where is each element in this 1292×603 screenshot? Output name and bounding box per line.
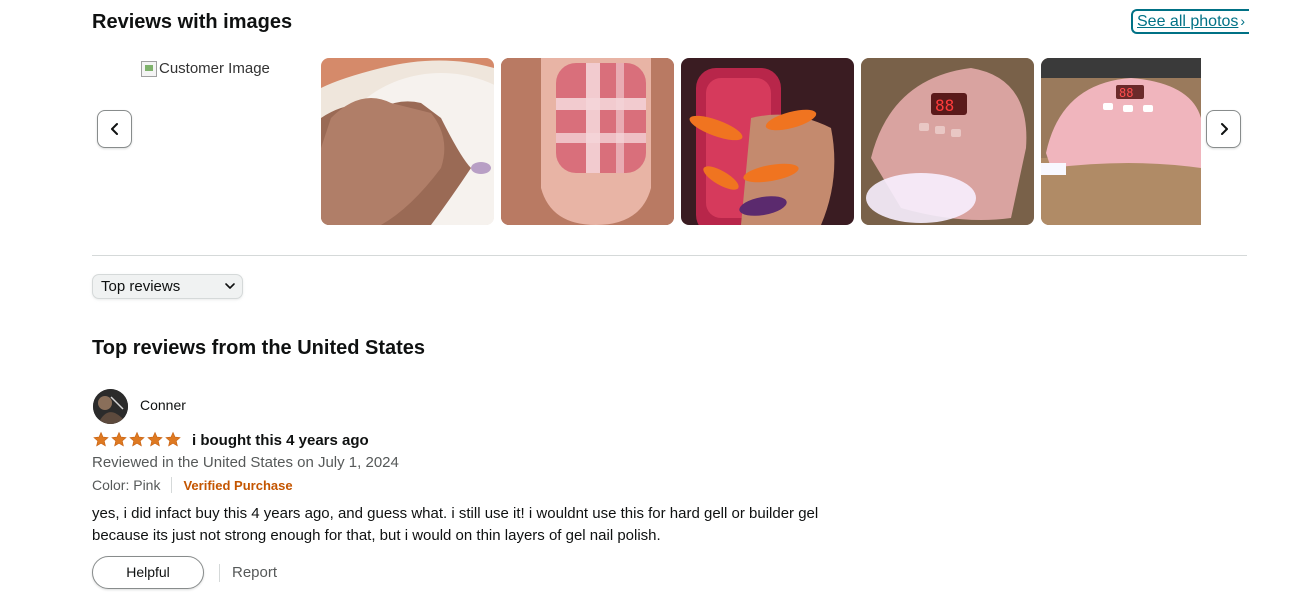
review-variant: Color: Pink bbox=[92, 477, 161, 493]
reviewer-name[interactable]: Conner bbox=[140, 397, 186, 413]
review-title[interactable]: i bought this 4 years ago bbox=[192, 432, 369, 449]
carousel-prev-button[interactable] bbox=[97, 110, 132, 148]
customer-image-thumb-2[interactable] bbox=[501, 58, 674, 225]
sort-reviews-dropdown[interactable]: Top reviews bbox=[92, 274, 243, 299]
broken-image-alt-text: Customer Image bbox=[159, 60, 270, 77]
carousel-next-button[interactable] bbox=[1206, 110, 1241, 148]
sort-selected-value: Top reviews bbox=[101, 278, 181, 295]
hand-under-lamp-image bbox=[321, 58, 494, 225]
review-date: Reviewed in the United States on July 1,… bbox=[92, 454, 399, 471]
reviews-with-images-title: Reviews with images bbox=[92, 11, 293, 33]
chevron-right-icon bbox=[1220, 123, 1228, 135]
svg-text:88: 88 bbox=[1119, 86, 1133, 100]
meta-divider bbox=[171, 477, 173, 493]
review-meta: Color: Pink Verified Purchase bbox=[92, 477, 293, 493]
svg-text:88: 88 bbox=[935, 96, 954, 115]
star-icon bbox=[147, 431, 163, 447]
action-divider bbox=[219, 564, 220, 582]
review-body: yes, i did infact buy this 4 years ago, … bbox=[92, 505, 819, 544]
customer-image-thumb-5[interactable]: 88 bbox=[1041, 58, 1201, 225]
chevron-left-icon bbox=[110, 123, 118, 135]
chevron-down-icon bbox=[225, 283, 235, 289]
pink-lamp-top-image: 88 bbox=[861, 58, 1034, 225]
broken-image-icon bbox=[141, 60, 157, 77]
customer-image-thumb-3[interactable] bbox=[681, 58, 854, 225]
report-link[interactable]: Report bbox=[232, 564, 277, 581]
customer-image-thumb-1[interactable] bbox=[321, 58, 494, 225]
chevron-right-icon: › bbox=[1240, 13, 1246, 29]
orange-nails-image bbox=[681, 58, 854, 225]
section-divider bbox=[92, 255, 1247, 256]
pink-lamp-side-image: 88 bbox=[1041, 58, 1201, 225]
customer-image-thumb-4[interactable]: 88 bbox=[861, 58, 1034, 225]
star-icon bbox=[111, 431, 127, 447]
see-all-photos-label: See all photos bbox=[1137, 13, 1239, 30]
star-rating[interactable] bbox=[92, 431, 182, 448]
see-all-photos-link[interactable]: See all photos › bbox=[1131, 9, 1250, 34]
star-icon bbox=[129, 431, 145, 447]
star-icon bbox=[93, 431, 109, 447]
broken-customer-image[interactable]: Customer Image bbox=[141, 60, 270, 77]
plaid-nail-image bbox=[501, 58, 674, 225]
helpful-button[interactable]: Helpful bbox=[92, 556, 204, 589]
avatar[interactable] bbox=[93, 389, 128, 424]
top-reviews-heading: Top reviews from the United States bbox=[92, 337, 426, 359]
verified-purchase-badge: Verified Purchase bbox=[183, 477, 293, 493]
star-icon bbox=[165, 431, 181, 447]
